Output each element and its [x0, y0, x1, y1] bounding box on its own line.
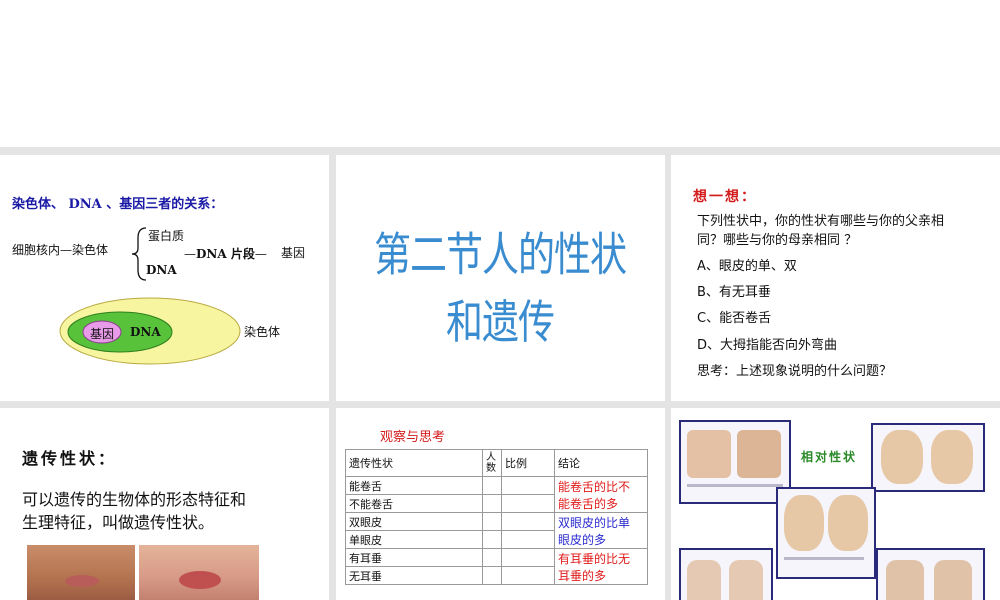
- conclusion-cell-1: 能卷舌的比不 能卷舌的多: [554, 476, 648, 513]
- option-c: C、能否卷舌: [697, 311, 772, 326]
- option-d: D、大拇指能否向外弯曲: [697, 338, 838, 353]
- diagram-gene-label: 基因: [90, 327, 115, 341]
- photo-hands-open: [679, 548, 773, 600]
- slide3-question-line2: 同？哪些与你的母亲相同 ？: [697, 233, 858, 248]
- table-row: 有耳垂: [345, 548, 483, 567]
- table-row: 无耳垂: [345, 566, 483, 585]
- slide5-heading: 观察与思考: [380, 430, 446, 445]
- slide3-heading: 想一想：: [693, 189, 757, 205]
- slide2-title: 第二节人的性状和遗传: [374, 229, 627, 348]
- option-b: B、有无耳垂: [697, 285, 771, 300]
- slide-thumbnail-5[interactable]: 观察与思考 遗传性状 人数 比例 结论 能卷舌 能卷舌的比不 能卷舌的多 不能卷舌…: [336, 408, 665, 600]
- slide3-question-line1: 下列性状中，你的性状有哪些与你的父亲相: [697, 214, 945, 229]
- slide4-heading: 遗传性状：: [22, 449, 118, 468]
- slide3-think: 思考：上述现象说明的什么问题？: [697, 364, 893, 379]
- slide1-title: 染色体、 DNA 、基因三者的关系：: [12, 197, 224, 212]
- diagram-chromosome-label: 染色体: [244, 325, 281, 339]
- face-photo-2: [139, 545, 259, 600]
- photo-hands-clasped: [679, 420, 791, 504]
- photo-earlobes: [871, 423, 985, 492]
- table-row: 单眼皮: [345, 530, 483, 549]
- header-ratio: 比例: [501, 449, 555, 477]
- top-blank-area: [0, 0, 1000, 147]
- conclusion-cell-3: 有耳垂的比无 耳垂的多: [554, 548, 648, 585]
- slide-thumbnail-3[interactable]: 想一想： 下列性状中，你的性状有哪些与你的父亲相 同？哪些与你的母亲相同 ？ A…: [671, 155, 1000, 401]
- table-row: 双眼皮: [345, 512, 483, 531]
- slide-thumbnail-1[interactable]: 染色体、 DNA 、基因三者的关系： 细胞核内—染色体 蛋白质 DNA —DNA…: [0, 155, 329, 401]
- option-a: A、眼皮的单、双: [697, 259, 797, 274]
- conclusion-cell-2: 双眼皮的比单 眼皮的多: [554, 512, 648, 549]
- observation-table: 遗传性状 人数 比例 结论 能卷舌 能卷舌的比不 能卷舌的多 不能卷舌 双眼皮 双…: [345, 449, 648, 585]
- dna-label: DNA: [146, 263, 177, 277]
- photo-eyelids: [776, 487, 876, 579]
- slide-thumbnail-4[interactable]: 遗传性状： 可以遗传的生物体的形态特征和 生理特征，叫做遗传性状。: [0, 408, 329, 600]
- slide4-definition-line2: 生理特征，叫做遗传性状。: [22, 513, 215, 532]
- gene-label: 基因: [281, 246, 306, 260]
- slide-thumbnail-2[interactable]: 第二节人的性状和遗传: [336, 155, 665, 401]
- header-conclusion: 结论: [554, 449, 648, 477]
- face-photo-1: [27, 545, 135, 600]
- header-trait: 遗传性状: [345, 449, 483, 477]
- table-row: 能卷舌: [345, 476, 483, 495]
- dna-segment-label: —DNA 片段—: [184, 247, 267, 261]
- diagram-dna-label: DNA: [130, 325, 161, 339]
- photo-thumbs: [876, 548, 985, 600]
- slide4-definition-line1: 可以遗传的生物体的形态特征和: [22, 490, 247, 509]
- protein-label: 蛋白质: [148, 229, 185, 243]
- nucleus-label: 细胞核内—染色体: [12, 243, 109, 257]
- slide-thumbnail-6[interactable]: 相对性状: [671, 408, 1000, 600]
- header-people: 人数: [482, 449, 502, 477]
- table-row: 不能卷舌: [345, 494, 483, 513]
- slide6-heading: 相对性状: [801, 450, 858, 464]
